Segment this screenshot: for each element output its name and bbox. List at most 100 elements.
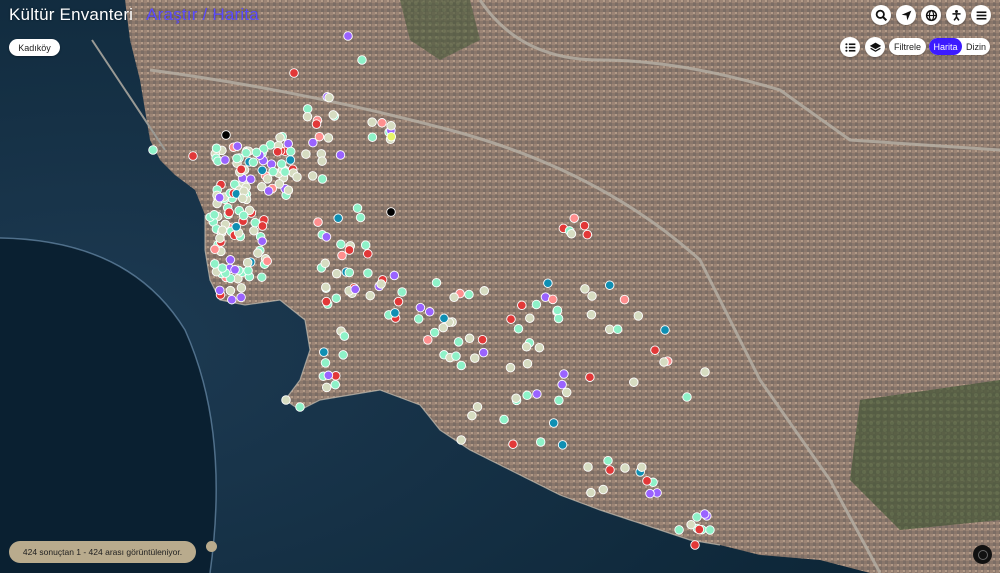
view-index-option[interactable]: Dizin [962,38,990,55]
map-marker[interactable] [230,265,240,275]
map-marker[interactable] [429,327,440,338]
language-button[interactable] [921,5,941,25]
map-marker[interactable] [522,390,532,401]
map-marker[interactable] [377,118,387,128]
map-marker[interactable] [694,524,705,535]
map-marker[interactable] [619,294,630,305]
map-marker[interactable] [431,277,442,288]
map-marker[interactable] [470,353,480,363]
map-marker[interactable] [629,377,639,387]
map-marker[interactable] [257,221,268,231]
map-marker[interactable] [321,382,332,393]
map-marker[interactable] [543,278,553,288]
filter-button[interactable]: Filtrele [889,38,926,55]
map-marker[interactable] [331,293,342,303]
map-marker[interactable] [227,294,237,305]
map-marker[interactable] [238,210,249,221]
map-marker[interactable] [397,287,407,297]
map-marker[interactable] [467,410,477,421]
map-marker[interactable] [257,272,267,282]
map-marker[interactable] [453,337,464,347]
map-marker[interactable] [692,512,702,522]
map-marker[interactable] [148,145,158,155]
map-marker[interactable] [566,229,577,239]
map-marker[interactable] [211,143,222,153]
map-marker[interactable] [320,258,330,269]
map-marker[interactable] [209,259,220,269]
map-marker[interactable] [659,357,669,367]
map-marker[interactable] [215,233,225,244]
map-marker[interactable] [286,146,296,157]
map-marker[interactable] [307,171,318,181]
mode-research-link[interactable]: Araştır [146,5,197,24]
map-marker[interactable] [633,311,644,321]
map-marker[interactable] [393,296,404,307]
map-marker[interactable] [690,540,700,550]
map-marker[interactable] [531,299,542,310]
map-marker[interactable] [295,402,305,412]
map-marker[interactable] [367,132,378,142]
map-marker[interactable] [236,164,246,175]
map-marker[interactable] [513,324,524,334]
map-marker[interactable] [217,263,228,273]
map-marker[interactable] [317,156,327,166]
map-marker[interactable] [699,509,710,519]
map-marker[interactable] [217,225,228,235]
map-marker[interactable] [281,395,291,405]
map-marker[interactable] [506,314,516,324]
map-marker[interactable] [311,119,322,129]
map-marker[interactable] [415,302,426,313]
map-marker[interactable] [686,519,696,530]
list-button[interactable] [840,37,860,57]
map-marker[interactable] [439,313,449,324]
map-marker[interactable] [587,291,597,301]
map-marker[interactable] [569,213,579,223]
map-marker[interactable] [598,484,608,495]
map-marker[interactable] [522,358,533,369]
map-marker[interactable] [331,268,342,279]
map-marker[interactable] [257,236,267,246]
menu-button[interactable] [971,5,991,25]
view-map-option[interactable]: Harita [929,38,962,55]
map-marker[interactable] [337,250,347,261]
map-marker[interactable] [236,292,246,303]
map-marker[interactable] [272,147,283,157]
map-marker[interactable] [324,92,334,103]
map-marker[interactable] [603,455,613,466]
accessibility-button[interactable] [946,5,966,25]
map-marker[interactable] [451,351,461,361]
layers-button[interactable] [865,37,885,57]
map-marker[interactable] [585,372,595,382]
map-marker[interactable] [579,220,590,231]
map-marker[interactable] [301,149,311,159]
map-marker[interactable] [224,207,234,218]
map-marker[interactable] [464,289,474,300]
map-marker[interactable] [262,174,273,184]
map-marker[interactable] [508,439,518,449]
map-marker[interactable] [232,141,243,151]
map-marker[interactable] [321,282,331,292]
map-marker[interactable] [456,360,467,371]
map-marker[interactable] [548,418,559,428]
map-marker[interactable] [214,192,225,203]
map-marker[interactable] [532,389,542,399]
map-marker[interactable] [262,256,272,266]
map-marker[interactable] [352,203,363,213]
locate-button[interactable] [896,5,916,25]
map-marker[interactable] [241,148,251,158]
map-marker[interactable] [344,245,355,255]
map-marker[interactable] [645,488,655,499]
map-marker[interactable] [355,212,366,223]
map-marker[interactable] [357,55,367,65]
map-marker[interactable] [188,151,198,161]
map-marker[interactable] [313,217,323,227]
map-marker[interactable] [557,440,568,450]
map-marker[interactable] [478,347,489,358]
map-marker[interactable] [604,280,615,290]
map-marker[interactable] [386,121,396,131]
map-marker[interactable] [605,465,615,475]
map-marker[interactable] [344,267,355,278]
map-marker[interactable] [449,292,459,303]
map-marker[interactable] [365,290,375,301]
map-marker[interactable] [274,179,285,189]
